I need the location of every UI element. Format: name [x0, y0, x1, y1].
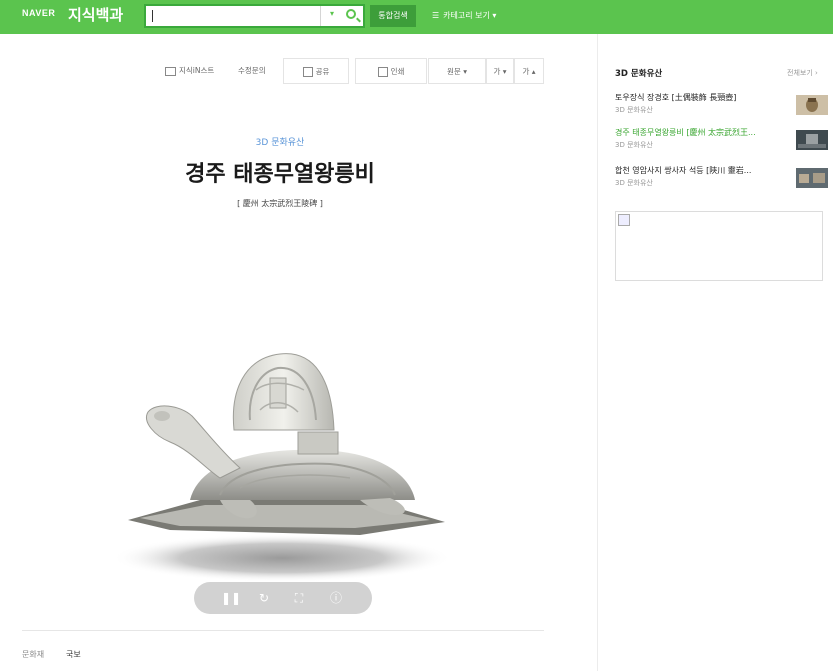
rotate-icon[interactable]: ↻	[256, 590, 272, 606]
broken-image-icon	[618, 214, 630, 226]
section-divider	[22, 630, 544, 631]
sidebar-title: 3D 문화유산	[615, 69, 663, 79]
fullscreen-icon[interactable]: ⛶	[291, 590, 307, 606]
meta-value: 국보	[66, 650, 81, 659]
search-box[interactable]: ▾	[144, 4, 365, 28]
share-label: 공유	[315, 67, 330, 76]
pause-icon[interactable]: ❚❚	[221, 590, 241, 606]
article-title: 경주 태종무열왕릉비	[185, 162, 375, 187]
share-button[interactable]: 공유	[283, 58, 349, 84]
knowledge-list-button[interactable]: 지식iN스트	[165, 58, 214, 84]
original-text-button[interactable]: 원문 ▾	[428, 58, 486, 84]
print-label: 인쇄	[390, 67, 405, 76]
menu-icon: ☰	[432, 11, 440, 20]
viewer-controls: ❚❚ ↻ ⛶ ⓘ	[194, 582, 372, 614]
model-shadow	[112, 534, 452, 582]
share-icon	[302, 67, 313, 77]
ad-banner[interactable]	[615, 211, 823, 281]
search-divider	[320, 6, 321, 26]
total-search-button[interactable]: 통합검색	[370, 5, 416, 27]
article-toolbar: 지식iN스트 수정문의 공유 인쇄 원문 ▾ 가 ▾ 가 ▴	[160, 58, 544, 84]
search-icon[interactable]	[346, 9, 356, 19]
sidebar-item-sub: 3D 문화유산	[615, 179, 653, 187]
naver-logo[interactable]: NAVER	[22, 8, 55, 18]
edit-request-link[interactable]: 수정문의	[238, 58, 266, 84]
3d-model-viewer[interactable]	[110, 350, 460, 590]
info-icon[interactable]: ⓘ	[328, 590, 344, 606]
sidebar-more-link[interactable]: 전체보기 ›	[787, 68, 818, 78]
font-decrease-button[interactable]: 가 ▾	[486, 58, 514, 84]
sidebar-item-name[interactable]: 합천 영암사지 쌍사자 석등 [陜川 靈岩...	[615, 165, 751, 176]
sidebar-item-sub: 3D 문화유산	[615, 141, 653, 149]
folder-icon	[165, 66, 176, 76]
category-menu-label: 카테고리 보기 ▾	[443, 11, 497, 20]
service-title[interactable]: 지식백과	[68, 4, 123, 25]
thumbnail-image[interactable]	[796, 130, 828, 150]
thumbnail-image[interactable]	[796, 95, 828, 115]
knowledge-list-label: 지식iN스트	[179, 66, 215, 75]
sidebar-item-sub: 3D 문화유산	[615, 106, 653, 114]
stele-plinth	[297, 431, 339, 455]
article-hanja-title: [ 慶州 太宗武烈王陵碑 ]	[237, 199, 323, 208]
sidebar-divider	[597, 34, 598, 671]
font-increase-button[interactable]: 가 ▴	[514, 58, 544, 84]
sidebar-item-name[interactable]: 경주 태종무열왕릉비 [慶州 太宗武烈王...	[615, 127, 756, 138]
sidebar-item-name[interactable]: 토우장식 장경호 [土偶裝飾 長頸壺]	[615, 92, 736, 103]
sidebar-item[interactable]: 토우장식 장경호 [土偶裝飾 長頸壺] 3D 문화유산	[615, 92, 830, 122]
sidebar-item[interactable]: 합천 영암사지 쌍사자 석등 [陜川 靈岩... 3D 문화유산	[615, 165, 830, 195]
article-category[interactable]: 3D 문화유산	[0, 135, 560, 148]
print-icon	[377, 67, 388, 77]
text-caret	[152, 10, 153, 22]
dropdown-icon[interactable]: ▾	[330, 9, 334, 18]
category-menu[interactable]: ☰ 카테고리 보기 ▾	[432, 10, 496, 21]
print-button[interactable]: 인쇄	[355, 58, 427, 84]
thumbnail-image[interactable]	[796, 168, 828, 188]
sidebar-item[interactable]: 경주 태종무열왕릉비 [慶州 太宗武烈王... 3D 문화유산	[615, 127, 830, 157]
meta-label: 문화재	[22, 650, 45, 659]
top-bar: NAVER 지식백과 ▾ 통합검색 ☰ 카테고리 보기 ▾	[0, 0, 833, 34]
